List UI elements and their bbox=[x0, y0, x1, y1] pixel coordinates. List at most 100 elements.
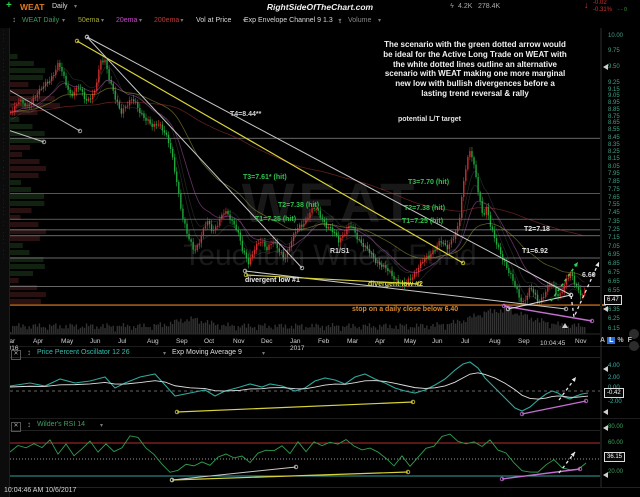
annotation-line-4: scenario with WEAT making one more margi… bbox=[384, 69, 566, 79]
move-panel-icon[interactable]: ↕ bbox=[12, 16, 16, 24]
x-axis-month: Sep bbox=[176, 338, 188, 345]
ppo-scale-label: 4.00 bbox=[608, 363, 620, 369]
chart-label-8: T2=7.18 bbox=[524, 226, 550, 233]
x-axis-month: Dec bbox=[261, 338, 273, 345]
ppo-close-button[interactable]: ✕ bbox=[11, 350, 21, 360]
zoom-button-f[interactable]: F bbox=[626, 337, 634, 344]
chart-label-14: 6.60 bbox=[582, 272, 596, 279]
rsi-scale-label: 80.00 bbox=[608, 424, 624, 430]
ppo-caret-icon[interactable]: ▾ bbox=[163, 351, 166, 357]
indicator-200ema[interactable]: 200ema bbox=[154, 17, 179, 24]
indicator-caret-icon[interactable]: ▾ bbox=[62, 18, 65, 24]
volume-stat: 4.2K bbox=[458, 3, 473, 10]
price-scale-label: 8.25 bbox=[608, 148, 620, 155]
indicator-toolbar: ↕ ↕ Volume ▾ WEAT Daily ▾ 50ema ▾ 20ema ▾ 200e… bbox=[0, 14, 640, 28]
chart-label-7: T1=7.25 (hit) bbox=[402, 218, 444, 225]
chart-label-10: R1/S1 bbox=[330, 248, 350, 255]
chart-label-0: T4=8.44** bbox=[230, 111, 262, 118]
price-down-arrow-icon: ↓ bbox=[584, 0, 589, 10]
price-scale-label: 7.95 bbox=[608, 171, 620, 178]
x-axis-month: Aug bbox=[147, 338, 159, 345]
rsi-caret-icon[interactable]: ▾ bbox=[100, 423, 103, 429]
price-scale-label: 9.50 bbox=[608, 63, 620, 70]
speed-icon: ϟ bbox=[450, 3, 454, 10]
price-scale-label: 8.05 bbox=[608, 163, 620, 170]
indicator-caret-icon[interactable]: ▾ bbox=[338, 18, 341, 24]
indicator-vol-at-price[interactable]: Vol at Price bbox=[196, 17, 231, 24]
indicator-caret-icon[interactable]: ▾ bbox=[139, 18, 142, 24]
rsi-scale-label: 60.00 bbox=[608, 440, 624, 446]
left-strip-text: ··· ···· ·· ····· ··· ···· ·· ···· ··· ·… bbox=[1, 28, 7, 259]
x-axis-month: Jul bbox=[461, 338, 470, 345]
x-axis-month: Nov bbox=[575, 338, 587, 345]
price-scale-column[interactable]: 10.00 9.75 9.50 9.25 9.15 9.05 8.95 8.85 8.75 8.6… bbox=[602, 28, 640, 497]
current-price-box: 6.47 bbox=[604, 294, 622, 305]
indicator-20ema[interactable]: 20ema bbox=[116, 17, 137, 24]
chart-label-12: divergent low #2 bbox=[368, 281, 423, 288]
charting-app: WEAT Teucrium Wheat Fund + WEAT Daily ▾ … bbox=[0, 0, 640, 497]
ppo-ema-label[interactable]: Exp Moving Average 9 bbox=[172, 349, 242, 356]
chart-label-2: T3=7.61* (hit) bbox=[243, 174, 287, 181]
rsi-move-icon[interactable]: ↕ bbox=[27, 421, 31, 429]
indicator-50ema[interactable]: 50ema bbox=[78, 17, 99, 24]
x-axis-month: Oct bbox=[204, 338, 215, 345]
chart-label-3: T3=7.70 (hit) bbox=[408, 179, 450, 186]
indicator-volume[interactable]: Volume bbox=[348, 17, 371, 24]
x-axis-month: Apr bbox=[33, 338, 44, 345]
rsi-close-button[interactable]: ✕ bbox=[11, 422, 21, 432]
price-scale-label: 8.35 bbox=[608, 141, 620, 148]
price-scale-label: 8.85 bbox=[608, 106, 620, 113]
price-scale-label: 7.55 bbox=[608, 202, 620, 209]
chart-label-11: divergent low #1 bbox=[245, 277, 300, 284]
ppo-scale-label: -2.00 bbox=[608, 399, 622, 405]
price-scale-label: 7.85 bbox=[608, 178, 620, 185]
x-axis-month: May bbox=[404, 338, 417, 345]
zoom-button-a[interactable]: A bbox=[598, 337, 607, 344]
price-scale-label: 6.55 bbox=[608, 288, 620, 295]
price-scale-label: 10.00 bbox=[608, 33, 624, 39]
price-scale-label: 9.05 bbox=[608, 93, 620, 100]
indicator-caret-icon[interactable]: ▾ bbox=[180, 18, 183, 24]
annotation-line-1: The scenario with the green dotted arrow… bbox=[384, 40, 566, 49]
price-scale-label: 8.45 bbox=[608, 134, 620, 141]
ppo-move-icon[interactable]: ↕ bbox=[27, 349, 31, 357]
indicator-exp-envelope-channel-9-1-3[interactable]: Exp Envelope Channel 9 1.3 bbox=[244, 17, 333, 24]
price-scale-label: 6.95 bbox=[608, 252, 620, 259]
price-scale-label: 7.45 bbox=[608, 210, 620, 217]
dollar-volume-stat: 278.4K bbox=[478, 3, 501, 10]
annotation-line-3: the white dotted lines outline an altern… bbox=[392, 59, 558, 69]
ppo-value-box: -0.42 bbox=[604, 388, 624, 398]
price-scale-label: 8.55 bbox=[608, 127, 620, 134]
rsi-panel-header: ✕ ↕ Wilder's RSI 14 ▾ bbox=[0, 420, 600, 432]
x-axis-month: Jun bbox=[90, 338, 101, 345]
x-axis-month: Nov bbox=[233, 338, 245, 345]
rsi-value-box: 36.15 bbox=[604, 452, 626, 462]
indicator-volume-caret-icon[interactable]: ▾ bbox=[378, 18, 381, 24]
price-scale-label: 8.95 bbox=[608, 99, 620, 106]
x-axis-month: Mar bbox=[347, 338, 359, 345]
site-title: RightSideOfTheChart.com bbox=[266, 2, 374, 12]
mini-sparkline: - - 0 bbox=[618, 7, 627, 13]
annotation-line-2: be ideal for the Active Long Trade on WE… bbox=[383, 49, 567, 59]
price-scale-label: 7.05 bbox=[608, 243, 620, 250]
x-axis-month: Apr bbox=[375, 338, 386, 345]
x-axis-month: Aug bbox=[489, 338, 501, 345]
price-scale-label: 7.75 bbox=[608, 186, 620, 193]
rsi-title[interactable]: Wilder's RSI 14 bbox=[37, 421, 85, 428]
indicator-caret-icon[interactable]: ▾ bbox=[101, 18, 104, 24]
ppo-ema-caret-icon[interactable]: ▾ bbox=[262, 351, 265, 357]
price-scale-label: 7.25 bbox=[608, 226, 620, 233]
indicator-weat-daily[interactable]: WEAT Daily bbox=[22, 17, 59, 24]
title-bar: + WEAT Daily ▾ RightSideOfTheChart.com ϟ… bbox=[0, 0, 640, 14]
zoom-button-%[interactable]: % bbox=[615, 337, 625, 344]
zoom-button-l[interactable]: L bbox=[607, 337, 616, 344]
zoom-mode-buttons: A L% F bbox=[598, 337, 634, 344]
price-scale-label: 7.15 bbox=[608, 235, 620, 242]
price-scale-label: 8.15 bbox=[608, 156, 620, 163]
x-axis-month: Feb bbox=[318, 338, 330, 345]
annotation-line-5: new low with bullish divergences before … bbox=[395, 79, 555, 88]
price-scale-label: 6.15 bbox=[608, 326, 620, 333]
chart-label-4: T2=7.38 (hit) bbox=[278, 202, 320, 209]
ppo-title[interactable]: Price Percent Oscillator 12 26 bbox=[37, 349, 130, 356]
price-change: -0.02 bbox=[593, 0, 607, 6]
